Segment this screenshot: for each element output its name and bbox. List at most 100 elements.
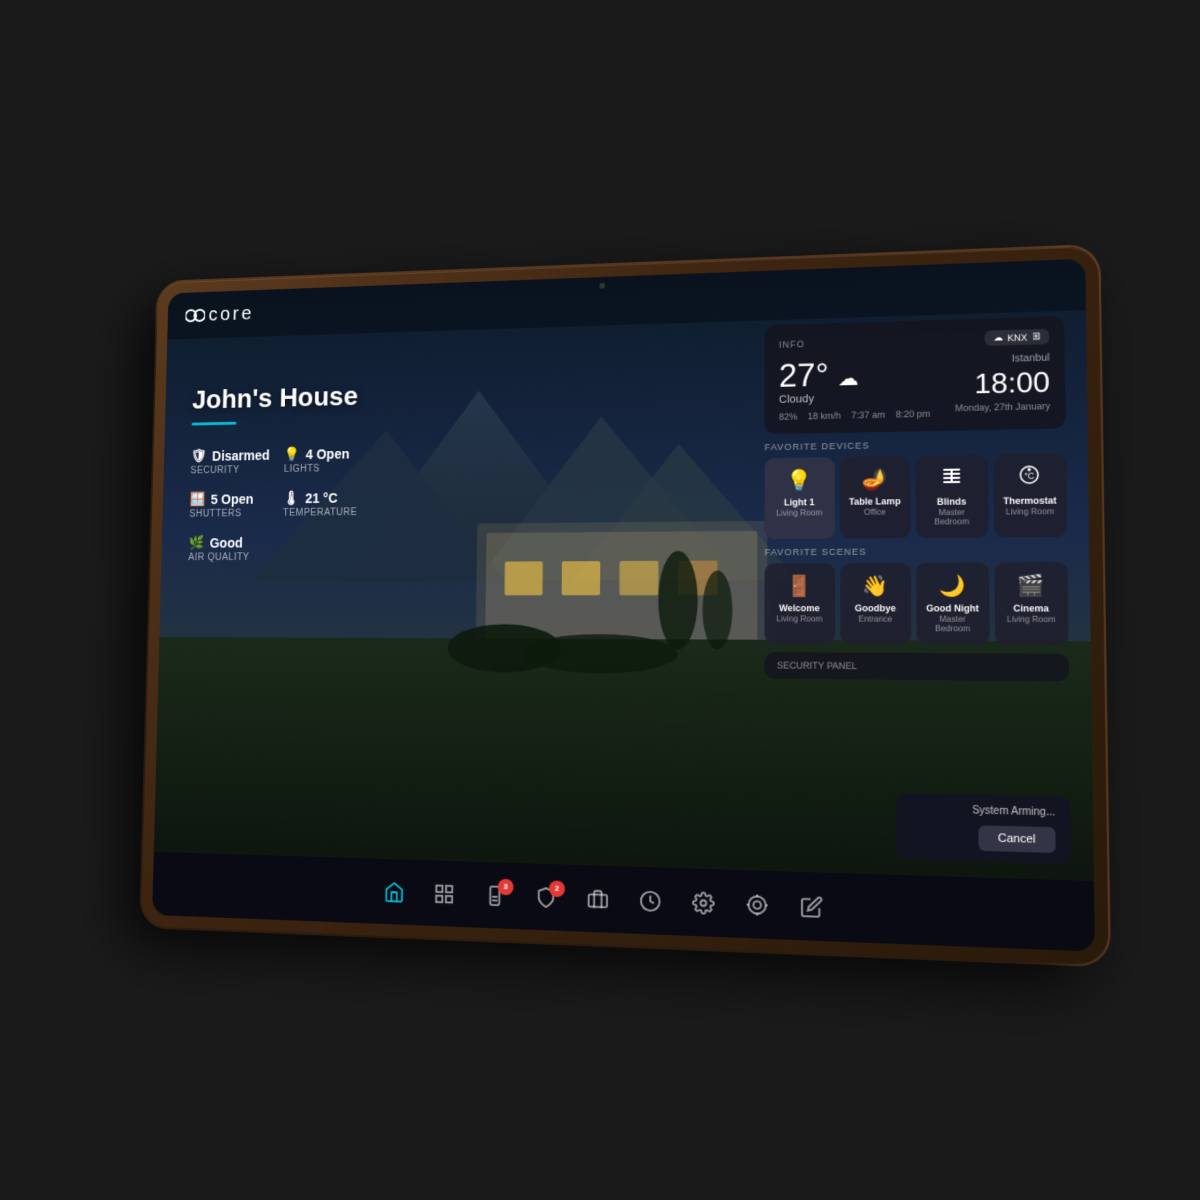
devices-section-title: FAVORITE DEVICES [765,437,1066,453]
thermostat-icon: °C [999,464,1060,492]
scene-goodnight-name: Good Night [923,603,983,614]
lights-icon: 💡 [284,446,300,462]
scene-welcome-room: Living Room [771,614,829,624]
temp-value: 21 °C [305,490,338,506]
status-grid: 🛡 Disarmed SECURITY 💡 4 Open LIGHTS [188,445,365,563]
nav-home[interactable] [384,880,405,903]
devices-grid: 💡 Light 1 Living Room 🪔 Table Lamp Offic… [765,453,1068,539]
remote-badge: 3 [498,878,514,895]
welcome-icon: 🚪 [771,573,829,599]
city-name: Istanbul [955,352,1050,366]
scene-cinema-room: Living Room [1001,614,1062,624]
edit-icon [800,894,823,918]
device-lamp-name: Table Lamp [846,496,904,508]
security-badge: 2 [549,880,565,897]
left-panel: John's House 🛡 Disarmed SECURITY [188,381,366,563]
scene-welcome[interactable]: 🚪 Welcome Living Room [765,563,835,644]
system-arming-panel: System Arming... Cancel [896,793,1071,864]
lights-label: LIGHTS [284,463,365,475]
device-light1-name: Light 1 [771,497,828,509]
weather-details: 82% 18 km/h 7:37 am 8:20 pm [779,409,930,422]
scenes-grid: 🚪 Welcome Living Room 👋 Goodbye Entrance… [765,562,1069,645]
grid-icon [433,882,455,905]
tablet-inner: core John's House 🛡 Disarmed SECURITY [152,259,1095,952]
security-label: SECURITY [190,465,269,477]
arming-status-text: System Arming... [911,804,1055,819]
title-underline [192,422,237,426]
sunset-value: 8:20 pm [896,409,930,420]
nav-scenes[interactable] [746,893,769,917]
nav-clock[interactable] [639,889,661,912]
logo-icon [185,308,205,324]
scene-welcome-name: Welcome [771,603,829,614]
device-light1-room: Living Room [771,508,828,518]
temp-label: TEMPERATURE [283,507,364,518]
blinds-svg [941,465,963,486]
clock-icon [639,889,661,912]
status-lights: 💡 4 Open LIGHTS [284,445,365,475]
thermostat-svg: °C [1019,464,1041,485]
knx-badge: ☁ KNX ⊞ [985,329,1050,346]
weather-condition: Cloudy [779,390,930,406]
cancel-arming-button[interactable]: Cancel [978,825,1056,853]
device-blinds-room: Master Bedroom [922,507,982,527]
device-blinds-name: Blinds [922,496,981,508]
shutters-label: SHUTTERS [189,508,268,519]
temperature-display: 27° ☁ [779,356,930,392]
status-security: 🛡 Disarmed SECURITY [190,447,270,477]
security-value: Disarmed [212,447,270,463]
nav-edit[interactable] [800,894,823,918]
nav-remote[interactable]: 3 [484,884,506,907]
favorite-devices-section: FAVORITE DEVICES 💡 Light 1 Living Room 🪔… [765,437,1068,539]
tablet-frame: core John's House 🛡 Disarmed SECURITY [141,246,1109,965]
table-lamp-icon: 🪔 [846,466,904,492]
weather-right: Istanbul 18:00 Monday, 27th January [955,352,1051,413]
air-icon: 🌿 [188,534,204,550]
scene-cinema[interactable]: 🎬 Cinema Living Room [994,562,1069,645]
info-label: INFO [779,339,805,350]
device-blinds[interactable]: Blinds Master Bedroom [915,455,988,538]
favorite-scenes-section: FAVORITE SCENES 🚪 Welcome Living Room 👋 … [765,545,1069,645]
time-display: 18:00 [955,368,1050,399]
scene-goodnight[interactable]: 🌙 Good Night Master Bedroom [916,562,989,644]
wind-value: 18 km/h [808,411,841,422]
device-table-lamp[interactable]: 🪔 Table Lamp Office [839,456,910,539]
device-thermostat-name: Thermostat [1000,495,1061,507]
grid-icon-small: ⊞ [1032,331,1041,343]
lights-value: 4 Open [306,446,350,462]
weather-cloud-icon: ☁ [838,368,859,391]
sunrise-value: 7:37 am [851,410,885,421]
shield-icon: 🛡 [191,448,207,464]
device-lamp-room: Office [846,507,904,517]
house-title: John's House [192,381,366,415]
device-light1[interactable]: 💡 Light 1 Living Room [765,457,835,539]
air-value: Good [210,535,243,550]
nav-grid[interactable] [433,882,455,905]
temp-icon: 🌡 [283,490,300,506]
status-air-quality: 🌿 Good AIR QUALITY [188,534,268,563]
svg-text:°C: °C [1025,471,1035,481]
scene-goodbye-room: Entrance [846,614,905,624]
logo: core [185,303,254,327]
scenes-nav-icon [746,893,769,917]
date-display: Monday, 27th January [955,401,1050,413]
logo-text: core [208,303,254,326]
nav-media[interactable] [587,887,609,910]
nav-security[interactable]: 2 [535,886,557,909]
scenes-section-title: FAVORITE SCENES [765,545,1068,557]
media-icon [587,887,609,910]
nav-settings[interactable] [692,891,715,915]
weather-left: 27° ☁ Cloudy 82% 18 km/h 7:37 am 8:20 pm [779,356,930,422]
device-thermostat[interactable]: °C Thermostat Living Room [993,453,1067,537]
shutters-value: 5 Open [211,491,254,507]
goodbye-icon: 👋 [846,573,905,599]
security-panel-label: SECURITY PANEL [777,660,857,671]
scene-goodbye[interactable]: 👋 Goodbye Entrance [840,563,912,645]
security-panel-strip: SECURITY PANEL [765,652,1069,681]
knx-text: KNX [1007,332,1027,343]
light-bulb-icon: 💡 [771,467,828,493]
screen: core John's House 🛡 Disarmed SECURITY [152,259,1095,952]
scene-cinema-name: Cinema [1001,603,1062,614]
home-icon [384,880,405,903]
cinema-icon: 🎬 [1000,573,1061,599]
